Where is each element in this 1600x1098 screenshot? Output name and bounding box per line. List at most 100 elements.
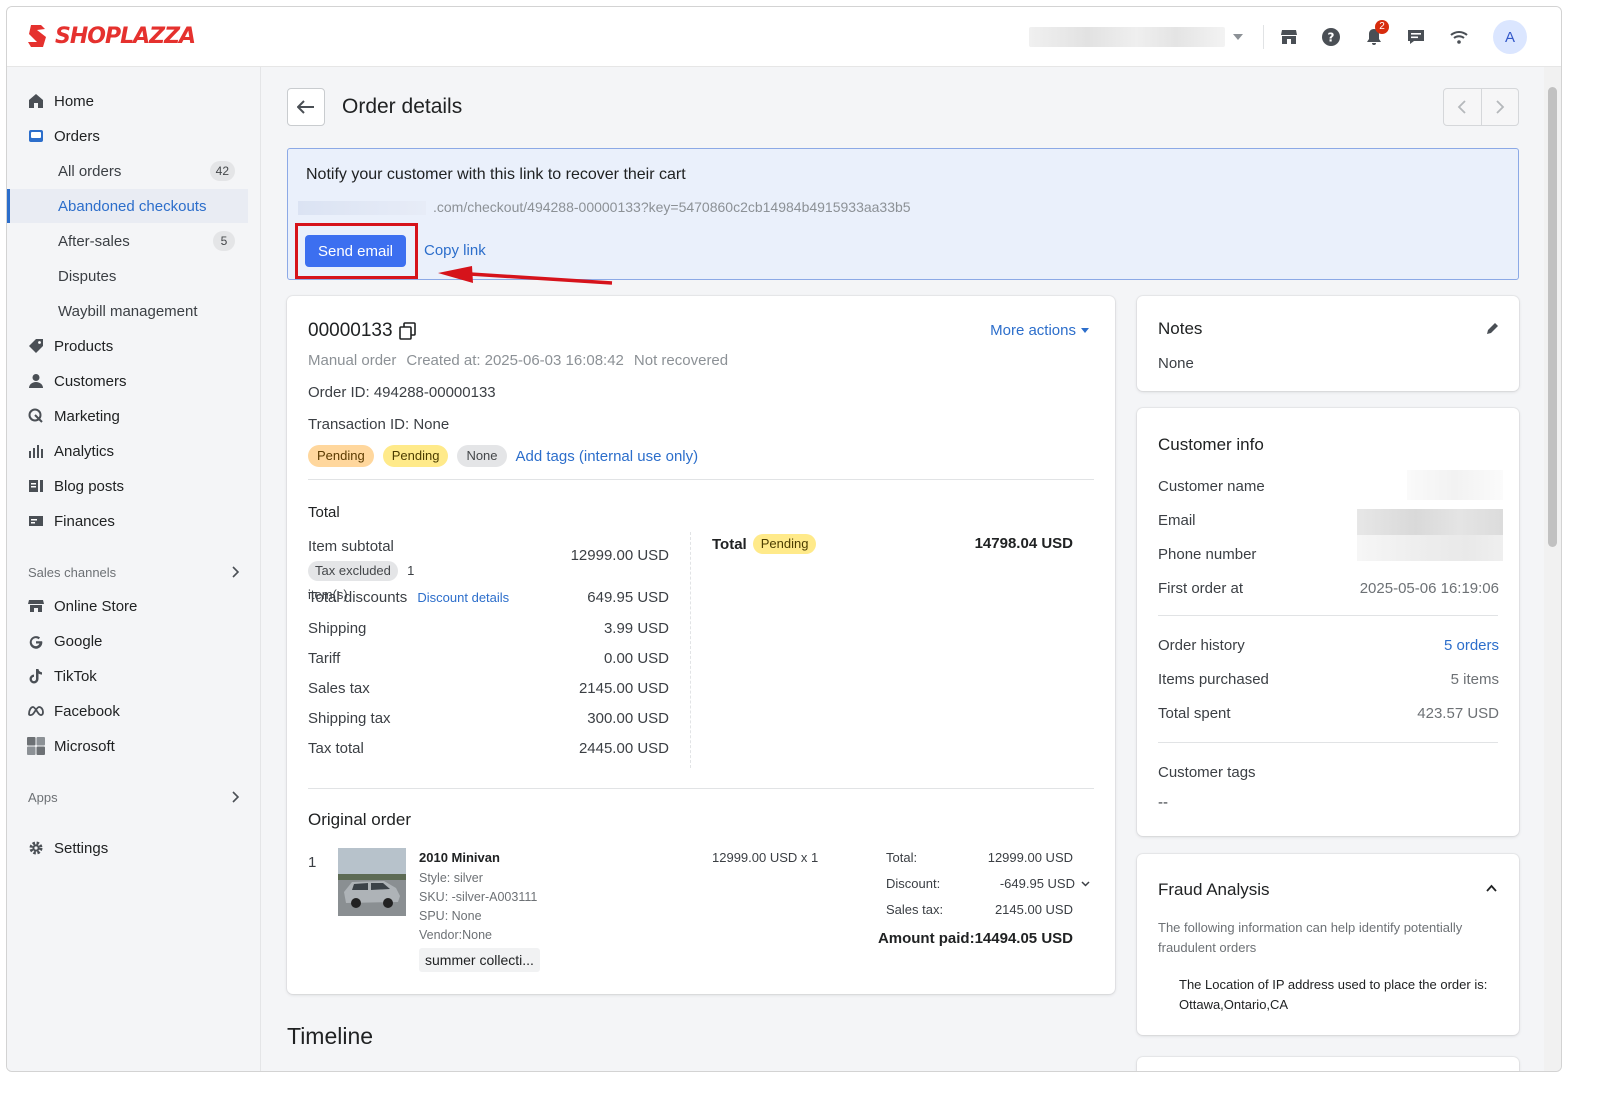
sidebar-item-label: After-sales xyxy=(58,232,130,250)
page-title: Order details xyxy=(342,95,463,118)
product-vendor: Vendor:None xyxy=(419,928,492,942)
minivan-image xyxy=(338,848,406,916)
amount-paid: Amount paid:14494.05 USD xyxy=(877,930,1073,947)
ip-location-block: The Location of IP address used to place… xyxy=(1179,975,1499,1015)
order-type: Manual order xyxy=(308,352,397,369)
tiktok-icon xyxy=(27,667,45,685)
highlight-annotation xyxy=(295,223,418,279)
annotation-arrow-icon xyxy=(438,266,613,285)
created-at: 2025-06-03 16:08:42 xyxy=(484,352,624,369)
bar-chart-icon xyxy=(27,442,45,460)
apps-header[interactable]: Apps xyxy=(28,787,240,807)
add-tags-link[interactable]: Add tags (internal use only) xyxy=(516,448,699,465)
avatar[interactable]: A xyxy=(1493,20,1527,54)
next-order-button[interactable] xyxy=(1480,89,1519,125)
edit-pencil-icon[interactable] xyxy=(1485,322,1499,336)
sidebar-item-microsoft[interactable]: Microsoft xyxy=(7,729,261,763)
chat-icon[interactable] xyxy=(1404,25,1428,49)
blog-icon xyxy=(27,477,45,495)
wifi-icon[interactable] xyxy=(1447,25,1471,49)
sidebar-item-google[interactable]: Google xyxy=(7,624,261,658)
sidebar-item-finances[interactable]: Finances xyxy=(7,504,261,538)
store-switcher[interactable] xyxy=(1029,26,1249,48)
totals-row-label: Sales tax xyxy=(308,680,370,697)
sidebar-item-waybill-management[interactable]: Waybill management xyxy=(7,294,261,328)
back-button[interactable] xyxy=(287,88,325,126)
order-card: 00000133 More actions Manual order Creat… xyxy=(287,296,1115,994)
totals-row-label: Shipping tax xyxy=(308,710,391,727)
shoplazza-logo[interactable]: SHOPLAZZA xyxy=(27,23,196,49)
totals-row-value: 0.00 USD xyxy=(603,650,669,667)
sidebar-item-tiktok[interactable]: TikTok xyxy=(7,659,261,693)
help-icon[interactable]: ? xyxy=(1319,25,1343,49)
sidebar-item-label: Facebook xyxy=(54,702,120,720)
sales-channels-header[interactable]: Sales channels xyxy=(28,562,240,582)
ip-text: The Location of IP address used to place… xyxy=(1179,977,1488,992)
line-item-index: 1 xyxy=(308,854,317,871)
created-label: Created at: xyxy=(406,352,481,369)
sidebar-item-products[interactable]: Products xyxy=(7,329,261,363)
sidebar-item-marketing[interactable]: Marketing xyxy=(7,399,261,433)
customer-name-label: Customer name xyxy=(1158,478,1265,495)
product-name[interactable]: 2010 Minivan xyxy=(419,850,500,865)
price-quantity: 12999.00 USD x 1 xyxy=(712,850,819,865)
line-summary-row: Total: 12999.00 USD xyxy=(886,850,1073,865)
sidebar-item-blog-posts[interactable]: Blog posts xyxy=(7,469,261,503)
logo-text: SHOPLAZZA xyxy=(55,23,196,49)
store-icon[interactable] xyxy=(1277,25,1301,49)
collection-tag: summer collecti... xyxy=(419,948,540,972)
sidebar-item-all-orders[interactable]: All orders 42 xyxy=(7,154,261,188)
vertical-scrollbar[interactable] xyxy=(1544,67,1561,1071)
sidebar-item-label: TikTok xyxy=(54,667,97,685)
sidebar-item-orders[interactable]: Orders xyxy=(7,119,261,153)
sidebar-item-settings[interactable]: Settings xyxy=(7,831,261,865)
sidebar-item-home[interactable]: Home xyxy=(7,84,261,118)
grand-total-label-group: Total Pending xyxy=(712,534,817,554)
scrollbar-thumb[interactable] xyxy=(1548,87,1557,547)
discount-details-link[interactable]: Discount details xyxy=(417,590,509,605)
product-image[interactable] xyxy=(338,848,406,916)
home-icon xyxy=(27,92,45,110)
sidebar-item-label: Products xyxy=(54,337,114,355)
divider xyxy=(1158,742,1498,743)
grand-total-label: Total xyxy=(712,535,747,553)
sidebar-item-label: Customers xyxy=(54,372,127,390)
order-number: 00000133 xyxy=(308,320,393,341)
redacted-phone xyxy=(1357,535,1503,561)
recovery-link[interactable]: .com/checkout/494288-00000133?key=547086… xyxy=(433,199,911,215)
divider xyxy=(308,788,1094,789)
sidebar-item-after-sales[interactable]: After-sales 5 xyxy=(7,224,261,258)
sidebar-item-customers[interactable]: Customers xyxy=(7,364,261,398)
totals-row: Tariff 0.00 USD xyxy=(308,650,669,667)
transaction-id: Transaction ID: None xyxy=(308,416,450,433)
copy-link-button[interactable]: Copy link xyxy=(424,242,486,259)
person-icon xyxy=(27,372,45,390)
divider xyxy=(308,479,1094,480)
totals-row-value: 300.00 USD xyxy=(587,710,669,727)
other-status-badge: None xyxy=(457,445,507,467)
product-spu: SPU: None xyxy=(419,909,482,923)
first-order-label: First order at xyxy=(1158,580,1244,597)
sidebar-item-label: Waybill management xyxy=(58,302,198,320)
more-actions-dropdown[interactable]: More actions xyxy=(990,322,1089,339)
chevron-up-icon[interactable] xyxy=(1486,884,1497,892)
sidebar-item-abandoned-checkouts[interactable]: Abandoned checkouts xyxy=(7,189,248,223)
chevron-down-icon[interactable] xyxy=(1081,880,1090,887)
copy-icon[interactable] xyxy=(398,322,416,340)
discounts-row: Total discounts Discount details 649.95 … xyxy=(308,589,669,606)
totals-heading: Total xyxy=(308,504,340,521)
order-history-link[interactable]: 5 orders xyxy=(1444,637,1499,654)
sidebar-item-label: Analytics xyxy=(54,442,115,460)
order-number-row: 00000133 xyxy=(308,320,416,342)
previous-order-button[interactable] xyxy=(1444,89,1481,125)
fraud-analysis-card: Fraud Analysis The following information… xyxy=(1137,854,1519,1035)
discounts-value: 649.95 USD xyxy=(587,589,669,606)
sidebar-item-analytics[interactable]: Analytics xyxy=(7,434,261,468)
sidebar-item-online-store[interactable]: Online Store xyxy=(7,589,261,623)
sidebar-item-disputes[interactable]: Disputes xyxy=(7,259,261,293)
sidebar-item-label: Orders xyxy=(54,127,100,145)
item-subtotal-value: 12999.00 USD xyxy=(570,547,669,564)
bell-icon[interactable]: 2 xyxy=(1362,20,1389,49)
sidebar-item-facebook[interactable]: Facebook xyxy=(7,694,261,728)
notification-badge: 2 xyxy=(1375,20,1389,34)
